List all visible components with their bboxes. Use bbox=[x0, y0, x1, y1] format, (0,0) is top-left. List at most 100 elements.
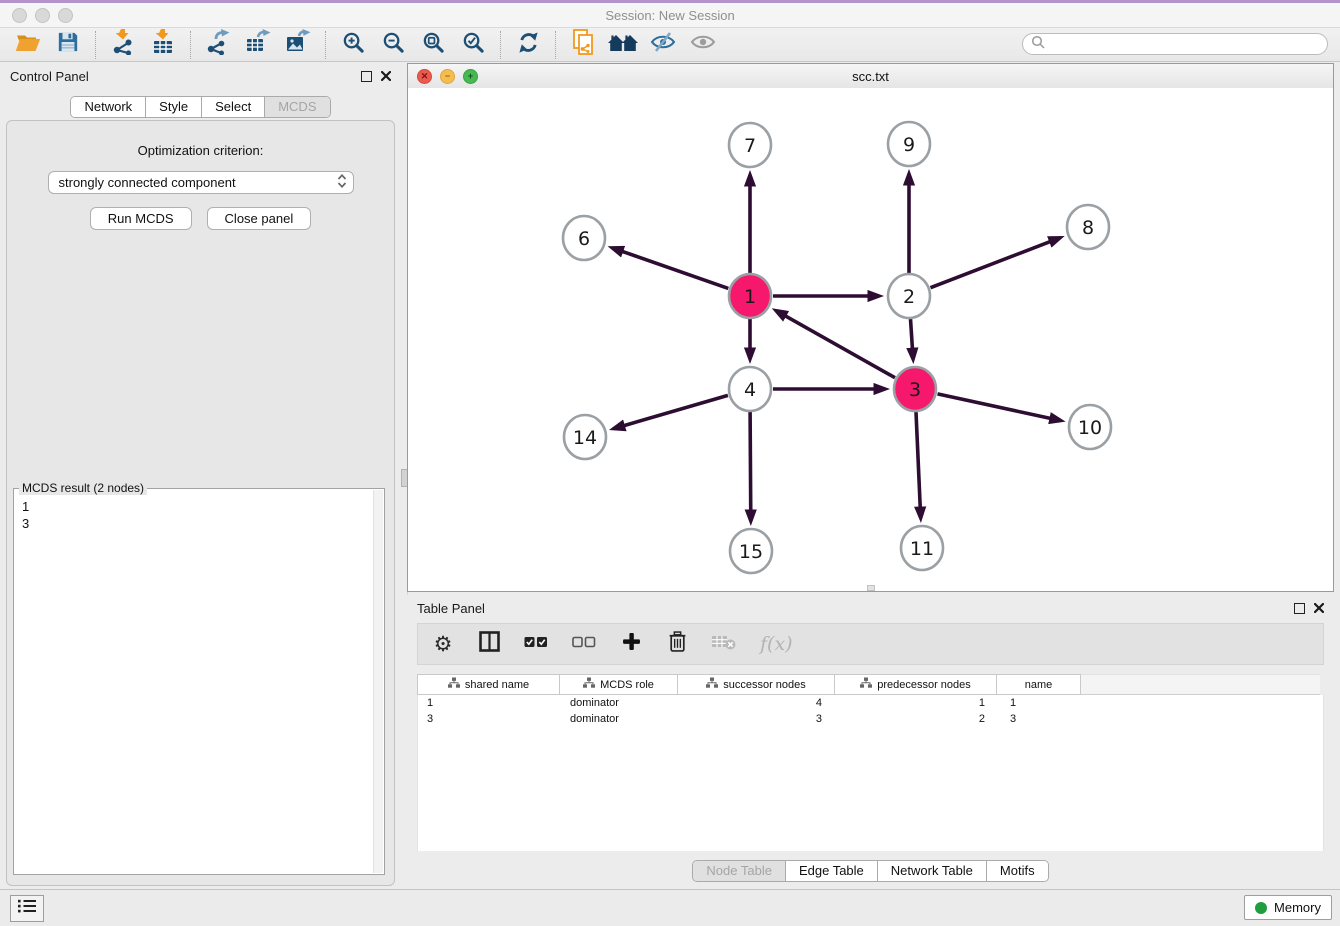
frame-minimize-button[interactable]: − bbox=[440, 69, 455, 84]
graph-edge-2-8[interactable] bbox=[931, 238, 1061, 288]
mcds-result-box[interactable]: MCDS result (2 nodes) 13 bbox=[13, 488, 385, 875]
zoom-fit-button[interactable] bbox=[413, 30, 453, 60]
import-network-button[interactable] bbox=[103, 30, 143, 60]
graph-node-3[interactable]: 3 bbox=[894, 367, 936, 411]
apply-layout-button[interactable] bbox=[508, 30, 548, 60]
mcds-result-scrollbar[interactable] bbox=[373, 490, 383, 873]
search-input[interactable] bbox=[1051, 36, 1319, 52]
table-cell[interactable]: 1 bbox=[418, 697, 561, 709]
graph-node-label: 4 bbox=[744, 379, 756, 401]
window-minimize-button[interactable] bbox=[35, 8, 50, 23]
delete-table-icon bbox=[712, 633, 736, 655]
graph-node-11[interactable]: 11 bbox=[901, 526, 943, 570]
export-table-button[interactable] bbox=[238, 30, 278, 60]
graph-edge-4-15[interactable] bbox=[750, 412, 751, 521]
apply-function-button[interactable]: f(x) bbox=[760, 631, 793, 657]
table-tab-node-table[interactable]: Node Table bbox=[693, 861, 786, 881]
graph-node-15[interactable]: 15 bbox=[730, 529, 772, 573]
zoom-in-button[interactable] bbox=[333, 30, 373, 60]
graph-edge-4-14[interactable] bbox=[614, 395, 728, 428]
graph-edge-3-10[interactable] bbox=[938, 394, 1061, 421]
table-cell[interactable]: 3 bbox=[680, 713, 838, 725]
table-tab-motifs[interactable]: Motifs bbox=[987, 861, 1048, 881]
deselect-all-button[interactable] bbox=[572, 631, 596, 657]
graph-edge-2-3[interactable] bbox=[911, 319, 914, 359]
unchecked-boxes-icon bbox=[572, 635, 596, 653]
first-neighbors-button[interactable] bbox=[603, 30, 643, 60]
table-cell[interactable]: dominator bbox=[561, 697, 680, 709]
import-table-button[interactable] bbox=[143, 30, 183, 60]
graph-node-2[interactable]: 2 bbox=[888, 274, 930, 318]
zoom-in-icon bbox=[342, 31, 365, 59]
clone-network-button[interactable] bbox=[563, 30, 603, 60]
column-header-predecessor-nodes[interactable]: predecessor nodes bbox=[834, 674, 997, 695]
graph-node-6[interactable]: 6 bbox=[563, 216, 605, 260]
save-session-button[interactable] bbox=[48, 30, 88, 60]
close-panel-button[interactable]: Close panel bbox=[207, 207, 312, 230]
close-table-panel-icon[interactable] bbox=[1314, 601, 1324, 616]
export-image-button[interactable] bbox=[278, 30, 318, 60]
frame-close-button[interactable]: ✕ bbox=[417, 69, 432, 84]
frame-maximize-button[interactable]: + bbox=[463, 69, 478, 84]
task-history-button[interactable] bbox=[10, 895, 44, 922]
eye-icon bbox=[690, 31, 716, 58]
close-panel-icon[interactable] bbox=[381, 69, 391, 84]
run-mcds-button[interactable]: Run MCDS bbox=[90, 207, 192, 230]
graph-node-10[interactable]: 10 bbox=[1069, 405, 1111, 449]
toolbar-separator bbox=[95, 31, 96, 59]
tab-style[interactable]: Style bbox=[146, 97, 202, 117]
memory-button[interactable]: Memory bbox=[1244, 895, 1332, 920]
table-cell[interactable]: 3 bbox=[418, 713, 561, 725]
dropdown-stepper-icon bbox=[337, 173, 347, 192]
float-table-panel-icon[interactable] bbox=[1294, 603, 1305, 614]
table-cell[interactable]: 3 bbox=[1001, 713, 1086, 725]
show-columns-button[interactable] bbox=[478, 631, 500, 657]
hide-selected-button[interactable] bbox=[643, 30, 683, 60]
graph-edge-3-11[interactable] bbox=[916, 412, 921, 518]
table-cell[interactable]: 1 bbox=[838, 697, 1001, 709]
network-window-titlebar[interactable]: ✕ − + scc.txt bbox=[408, 64, 1333, 89]
table-cell[interactable]: dominator bbox=[561, 713, 680, 725]
window-close-button[interactable] bbox=[12, 8, 27, 23]
table-cell[interactable]: 2 bbox=[838, 713, 1001, 725]
graph-node-4[interactable]: 4 bbox=[729, 367, 771, 411]
zoom-out-button[interactable] bbox=[373, 30, 413, 60]
network-canvas[interactable]: 1 2 3 4 6 7 8 9 10 11 14 15 bbox=[408, 88, 1333, 591]
criterion-dropdown[interactable]: strongly connected component bbox=[48, 171, 354, 194]
zoom-selected-button[interactable] bbox=[453, 30, 493, 60]
table-tab-network-table[interactable]: Network Table bbox=[878, 861, 987, 881]
table-cell[interactable]: 1 bbox=[1001, 697, 1086, 709]
graph-node-9[interactable]: 9 bbox=[888, 122, 930, 166]
delete-row-button[interactable] bbox=[666, 631, 688, 657]
open-session-button[interactable] bbox=[8, 30, 48, 60]
tab-mcds[interactable]: MCDS bbox=[265, 97, 329, 117]
table-row[interactable]: 1dominator411 bbox=[418, 695, 1323, 711]
export-network-button[interactable] bbox=[198, 30, 238, 60]
window-zoom-button[interactable] bbox=[58, 8, 73, 23]
table-row[interactable]: 3dominator323 bbox=[418, 711, 1323, 727]
graph-edge-1-6[interactable] bbox=[612, 248, 728, 289]
show-all-button[interactable] bbox=[683, 30, 723, 60]
column-header-shared-name[interactable]: shared name bbox=[417, 674, 560, 695]
delete-table-button[interactable] bbox=[712, 631, 736, 657]
column-header-name[interactable]: name bbox=[996, 674, 1081, 695]
graph-node-label: 3 bbox=[909, 379, 921, 401]
table-cell[interactable]: 4 bbox=[680, 697, 838, 709]
graph-node-14[interactable]: 14 bbox=[564, 415, 606, 459]
graph-node-7[interactable]: 7 bbox=[729, 123, 771, 167]
table-tab-edge-table[interactable]: Edge Table bbox=[786, 861, 878, 881]
table-settings-button[interactable]: ⚙ bbox=[432, 631, 454, 657]
graph-node-8[interactable]: 8 bbox=[1067, 205, 1109, 249]
window-title: Session: New Session bbox=[0, 8, 1340, 23]
frame-resize-grip[interactable] bbox=[867, 585, 875, 591]
tab-network[interactable]: Network bbox=[71, 97, 146, 117]
float-panel-icon[interactable] bbox=[361, 71, 372, 82]
tab-select[interactable]: Select bbox=[202, 97, 265, 117]
search-box[interactable] bbox=[1022, 33, 1328, 55]
column-header-successor-nodes[interactable]: successor nodes bbox=[677, 674, 835, 695]
add-row-button[interactable] bbox=[620, 631, 642, 657]
column-header-mcds-role[interactable]: MCDS role bbox=[559, 674, 678, 695]
select-all-button[interactable] bbox=[524, 631, 548, 657]
graph-edge-3-1[interactable] bbox=[776, 311, 895, 378]
graph-node-1[interactable]: 1 bbox=[729, 274, 771, 318]
